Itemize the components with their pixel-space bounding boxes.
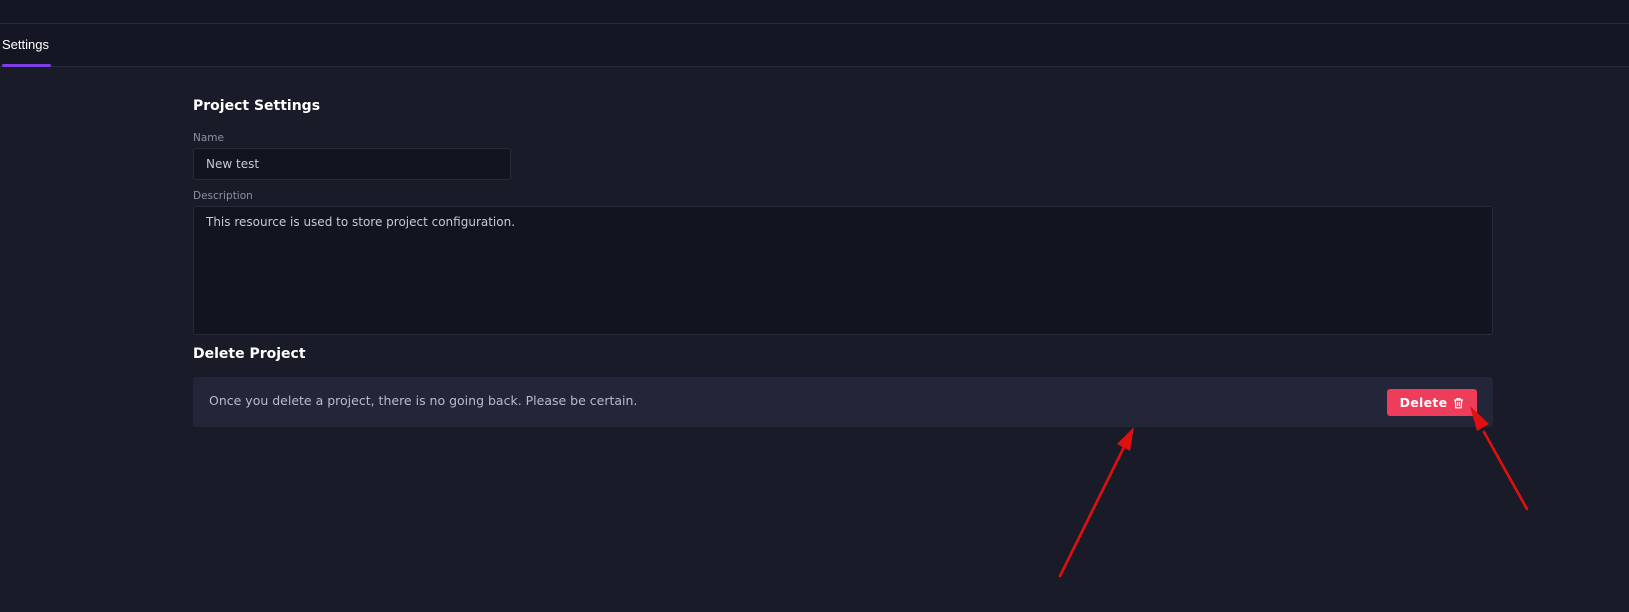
top-bar [0, 0, 1629, 24]
name-input[interactable] [193, 148, 511, 180]
annotation-arrow-panel [1058, 427, 1134, 578]
delete-project-panel: Once you delete a project, there is no g… [193, 377, 1493, 427]
delete-warning-text: Once you delete a project, there is no g… [209, 393, 638, 408]
tab-settings-label: Settings [2, 37, 49, 52]
name-label: Name [193, 132, 224, 144]
delete-project-title: Delete Project [193, 346, 306, 362]
active-tab-indicator [2, 64, 51, 67]
description-label: Description [193, 190, 253, 202]
tab-settings[interactable]: Settings [2, 24, 51, 67]
tab-bar: Settings [0, 24, 1629, 67]
description-textarea[interactable]: This resource is used to store project c… [193, 206, 1493, 335]
delete-button[interactable]: Delete [1387, 389, 1477, 416]
project-settings-title: Project Settings [193, 98, 321, 114]
trash-icon [1453, 397, 1464, 409]
delete-button-label: Delete [1399, 395, 1448, 410]
